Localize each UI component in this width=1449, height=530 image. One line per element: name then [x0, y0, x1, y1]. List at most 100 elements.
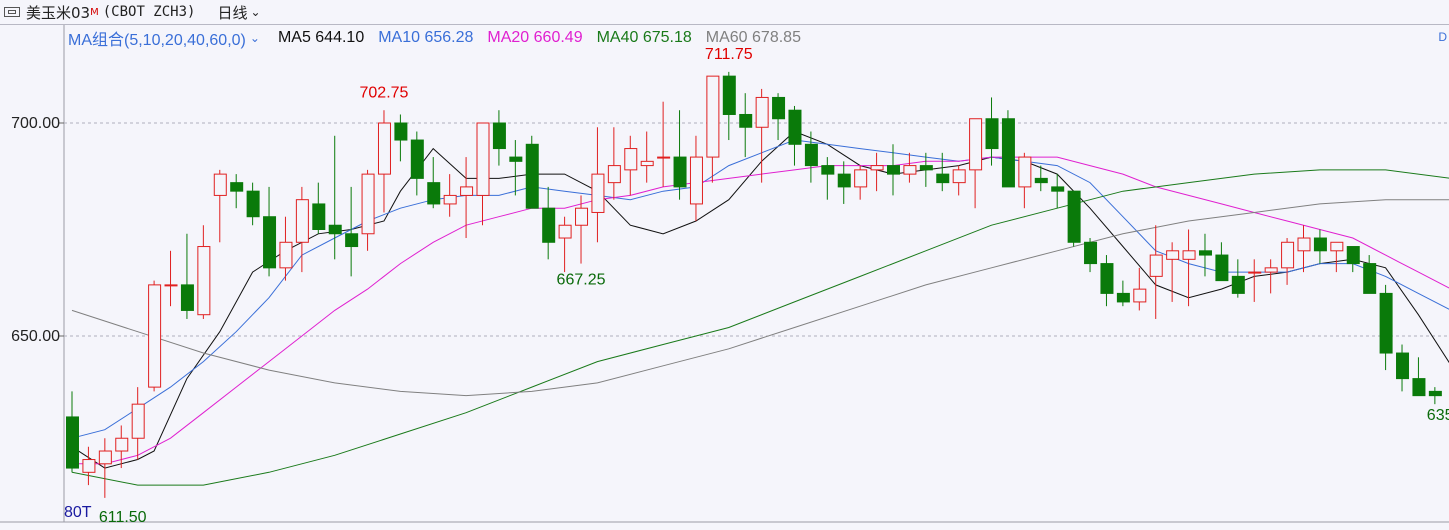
candle[interactable]: [460, 157, 474, 239]
candle[interactable]: [558, 216, 572, 273]
candle-body: [985, 118, 999, 150]
candle[interactable]: [854, 165, 868, 200]
candle[interactable]: [640, 131, 654, 183]
candle-body: [1051, 186, 1065, 192]
candle[interactable]: [739, 93, 753, 158]
candle[interactable]: [98, 438, 112, 498]
candle-body: [1133, 288, 1147, 303]
candle[interactable]: [772, 93, 786, 141]
candle[interactable]: [427, 157, 441, 209]
candle-body: [1428, 390, 1442, 397]
candle[interactable]: [1067, 190, 1081, 247]
candle[interactable]: [131, 387, 145, 460]
candle-body: [706, 75, 720, 158]
candle[interactable]: [82, 446, 96, 486]
candle-body: [1297, 237, 1311, 252]
candle[interactable]: [410, 131, 424, 196]
candle[interactable]: [180, 233, 194, 319]
candle[interactable]: [1215, 242, 1229, 282]
candle[interactable]: [246, 182, 260, 226]
candle[interactable]: [1182, 229, 1196, 307]
candle[interactable]: [509, 140, 523, 196]
candle[interactable]: [377, 110, 391, 213]
candle-body: [246, 190, 260, 218]
ma-line-ma60: [71, 199, 1449, 397]
candle[interactable]: [1264, 259, 1278, 294]
candle[interactable]: [213, 169, 227, 243]
candle[interactable]: [1363, 255, 1377, 294]
candle[interactable]: [230, 174, 244, 209]
candle-body: [98, 450, 112, 465]
candle[interactable]: [1231, 259, 1245, 298]
candle[interactable]: [1281, 238, 1295, 285]
candle[interactable]: [1297, 225, 1311, 273]
candle-body: [361, 173, 375, 235]
candle-body: [788, 109, 802, 145]
candle[interactable]: [870, 152, 884, 192]
candle[interactable]: [1116, 280, 1130, 307]
candle[interactable]: [755, 88, 769, 183]
candle-body: [1231, 275, 1245, 294]
candle-body: [1248, 271, 1262, 274]
candle[interactable]: [1149, 225, 1163, 319]
candle[interactable]: [624, 135, 638, 196]
candle-body: [427, 182, 441, 205]
candle[interactable]: [328, 135, 342, 260]
candle[interactable]: [575, 195, 589, 264]
candle-body: [1198, 250, 1212, 256]
candle-body: [1264, 267, 1278, 273]
candle[interactable]: [312, 182, 326, 234]
candle[interactable]: [722, 71, 736, 141]
candle[interactable]: [542, 186, 556, 260]
candle[interactable]: [607, 127, 621, 200]
candle[interactable]: [1084, 238, 1098, 273]
candle[interactable]: [1018, 152, 1032, 209]
candle[interactable]: [1001, 110, 1015, 188]
candle[interactable]: [1428, 387, 1442, 405]
candle[interactable]: [1248, 259, 1262, 302]
candle[interactable]: [394, 114, 408, 162]
candle-body: [542, 207, 556, 243]
candle[interactable]: [706, 75, 720, 183]
candle[interactable]: [804, 131, 818, 183]
candle[interactable]: [821, 157, 835, 200]
candle[interactable]: [1100, 255, 1114, 307]
candle[interactable]: [525, 135, 539, 209]
candle[interactable]: [443, 174, 457, 217]
candle[interactable]: [985, 97, 999, 166]
candle-body: [755, 96, 769, 128]
candle[interactable]: [263, 186, 277, 277]
candle[interactable]: [197, 225, 211, 319]
candle[interactable]: [361, 169, 375, 251]
candle[interactable]: [837, 161, 851, 204]
candle[interactable]: [476, 122, 490, 226]
candle[interactable]: [492, 110, 506, 166]
candle[interactable]: [148, 280, 162, 392]
candle[interactable]: [66, 391, 79, 473]
candle[interactable]: [788, 105, 802, 166]
candle[interactable]: [1198, 233, 1212, 277]
candle[interactable]: [1133, 267, 1147, 311]
candle-body: [607, 165, 621, 184]
candle[interactable]: [673, 110, 687, 200]
candle[interactable]: [1330, 241, 1344, 273]
candle[interactable]: [1379, 284, 1393, 371]
candle-body: [1166, 250, 1180, 260]
candle[interactable]: [969, 118, 983, 209]
candle[interactable]: [164, 250, 178, 307]
candle-body: [870, 165, 884, 171]
candle[interactable]: [903, 152, 917, 183]
candle[interactable]: [657, 101, 671, 187]
kline-chart[interactable]: 700.00 650.00 702.75 711.75 667.25 611.50 635.…: [0, 0, 1449, 530]
candle[interactable]: [689, 135, 703, 221]
candle[interactable]: [1396, 344, 1410, 392]
candle[interactable]: [115, 425, 129, 469]
candle[interactable]: [1412, 357, 1426, 397]
candle[interactable]: [952, 165, 966, 196]
candle-body: [657, 156, 671, 159]
price-annotation: 667.25: [557, 272, 606, 289]
candle[interactable]: [1346, 246, 1360, 273]
candle[interactable]: [1313, 229, 1327, 264]
candle[interactable]: [591, 127, 605, 243]
candle-body: [525, 143, 539, 209]
